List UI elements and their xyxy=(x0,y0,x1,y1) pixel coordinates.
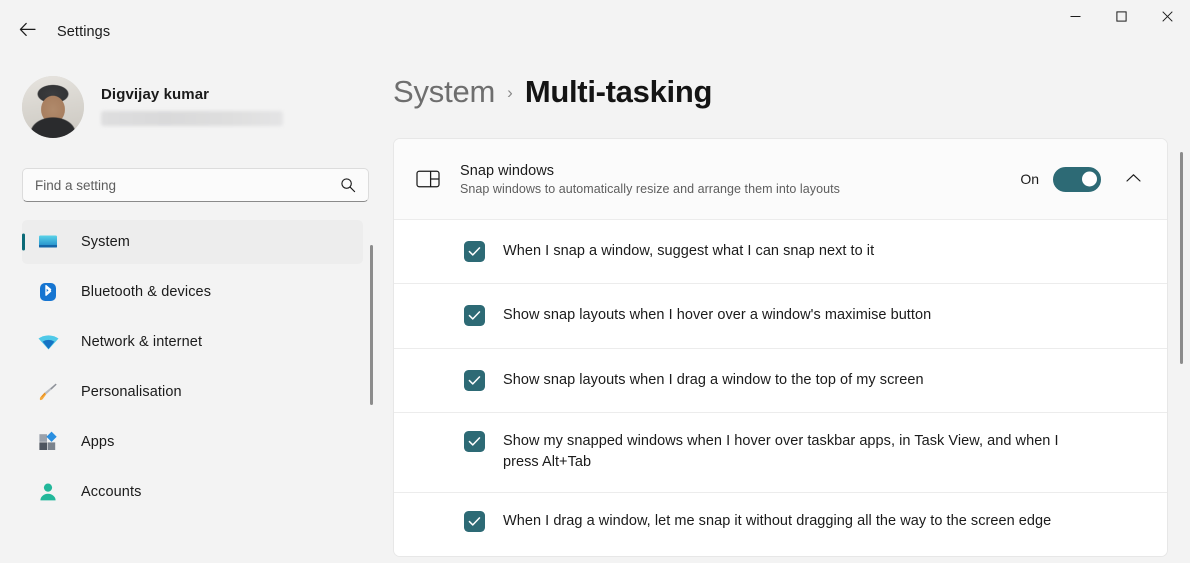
breadcrumb: System › Multi-tasking xyxy=(385,74,1190,138)
minimize-icon xyxy=(1070,15,1080,17)
snap-option-row[interactable]: Show snap layouts when I hover over a wi… xyxy=(394,283,1167,348)
sidebar-item-label: Network & internet xyxy=(81,334,203,350)
toggle-knob xyxy=(1082,171,1097,187)
sidebar-scrollbar-thumb[interactable] xyxy=(370,245,373,405)
snap-option-inner: When I drag a window, let me snap it wit… xyxy=(464,493,1145,550)
sidebar-item-accounts[interactable]: Accounts xyxy=(22,470,363,514)
snap-windows-text: Snap windows Snap windows to automatical… xyxy=(460,163,1020,196)
sidebar-item-system[interactable]: System xyxy=(22,220,363,264)
snap-windows-toggle[interactable] xyxy=(1053,166,1101,192)
sidebar-item-apps[interactable]: Apps xyxy=(22,420,363,464)
snap-option-label: Show snap layouts when I drag a window t… xyxy=(503,371,924,388)
snap-windows-title: Snap windows xyxy=(460,162,555,179)
sidebar-item-network-internet[interactable]: Network & internet xyxy=(22,320,363,364)
expand-collapse-button[interactable] xyxy=(1115,161,1151,197)
checkbox-checked[interactable] xyxy=(464,369,485,391)
snap-option-inner: Show snap layouts when I drag a window t… xyxy=(464,349,1145,412)
main-scrollbar[interactable] xyxy=(1180,152,1183,364)
search-icon[interactable] xyxy=(340,177,356,193)
chevron-right-icon: › xyxy=(507,83,513,102)
maximize-icon xyxy=(1115,10,1127,22)
search-box[interactable] xyxy=(22,168,369,202)
account-section[interactable]: Digvijay kumar xyxy=(22,68,385,146)
title-bar: Settings xyxy=(0,0,1190,62)
search-section xyxy=(22,168,369,202)
snap-windows-header[interactable]: Snap windows Snap windows to automatical… xyxy=(394,139,1167,219)
account-name: Digvijay kumar xyxy=(101,86,210,103)
monitor-icon xyxy=(35,231,61,253)
check-icon xyxy=(468,437,481,446)
search-input[interactable] xyxy=(35,169,334,201)
snap-option-label: When I snap a window, suggest what I can… xyxy=(503,243,875,259)
window-body: Digvijay kumar Find a setting System Blu… xyxy=(0,62,1190,563)
close-icon xyxy=(1161,10,1173,22)
bluetooth-icon xyxy=(35,281,61,303)
back-button[interactable] xyxy=(10,16,44,48)
sidebar-scrollbar[interactable] xyxy=(370,245,373,405)
avatar-photo xyxy=(22,76,84,138)
wifi-icon xyxy=(35,331,61,353)
account-email-redacted xyxy=(101,111,283,126)
snap-windows-toggle-group: On xyxy=(1020,166,1101,192)
person-icon xyxy=(35,481,61,503)
sidebar: Digvijay kumar Find a setting System Blu… xyxy=(0,62,385,563)
breadcrumb-parent[interactable]: System xyxy=(393,74,495,110)
app-title: Settings xyxy=(57,24,111,40)
snap-option-row[interactable]: When I drag a window, let me snap it wit… xyxy=(394,491,1167,556)
sidebar-item-label: Accounts xyxy=(81,484,142,500)
minimize-button[interactable] xyxy=(1052,0,1098,32)
apps-grid-icon xyxy=(35,431,61,453)
page-title: Multi-tasking xyxy=(524,74,713,109)
settings-window: Settings Digvijay kumar Find a setting S… xyxy=(0,0,1190,563)
snap-option-label: Show snap layouts when I hover over a wi… xyxy=(503,307,932,324)
snap-windows-card: Snap windows Snap windows to automatical… xyxy=(393,138,1168,557)
maximize-button[interactable] xyxy=(1098,0,1144,32)
window-controls xyxy=(1052,0,1190,32)
paintbrush-icon xyxy=(35,381,61,403)
snap-option-row[interactable]: Show my snapped windows when I hover ove… xyxy=(394,411,1167,492)
sidebar-item-label: Personalisation xyxy=(81,384,182,400)
snap-option-row[interactable]: When I snap a window, suggest what I can… xyxy=(394,219,1167,284)
sidebar-item-label: Apps xyxy=(81,434,115,450)
snap-option-inner: Show my snapped windows when I hover ove… xyxy=(464,413,1145,492)
main-scrollbar-thumb[interactable] xyxy=(1180,152,1183,364)
checkbox-checked[interactable] xyxy=(464,430,485,452)
sidebar-item-personalisation[interactable]: Personalisation xyxy=(22,370,363,414)
avatar xyxy=(22,76,84,138)
check-icon xyxy=(468,375,481,385)
snap-option-row[interactable]: Show snap layouts when I drag a window t… xyxy=(394,347,1167,412)
snap-option-inner: Show snap layouts when I hover over a wi… xyxy=(464,284,1145,347)
snap-layout-icon xyxy=(416,169,460,189)
main-content: System › Multi-tasking Snap windows Snap… xyxy=(385,62,1190,563)
snap-option-label: When I drag a window, let me snap it wit… xyxy=(503,512,1052,529)
checkbox-checked[interactable] xyxy=(464,241,485,262)
check-icon xyxy=(468,247,481,256)
sidebar-item-bluetooth-devices[interactable]: Bluetooth & devices xyxy=(22,270,363,314)
sidebar-nav: System Bluetooth & devices Network & int… xyxy=(22,220,385,563)
check-icon xyxy=(468,516,481,526)
checkbox-checked[interactable] xyxy=(464,305,485,327)
check-icon xyxy=(468,311,481,320)
toggle-state-label: On xyxy=(1020,171,1039,187)
checkbox-checked[interactable] xyxy=(464,510,485,532)
chevron-up-icon xyxy=(1125,170,1141,188)
back-arrow-icon xyxy=(19,22,36,42)
account-info: Digvijay kumar xyxy=(101,86,283,128)
settings-scroll-area: Snap windows Snap windows to automatical… xyxy=(385,138,1190,563)
snap-option-inner: When I snap a window, suggest what I can… xyxy=(464,220,1145,283)
snap-windows-subtitle: Snap windows to automatically resize and… xyxy=(460,181,840,196)
sidebar-item-label: System xyxy=(81,234,130,250)
close-button[interactable] xyxy=(1144,0,1190,32)
snap-option-label: Show my snapped windows when I hover ove… xyxy=(503,432,1059,471)
sidebar-item-label: Bluetooth & devices xyxy=(81,284,212,300)
